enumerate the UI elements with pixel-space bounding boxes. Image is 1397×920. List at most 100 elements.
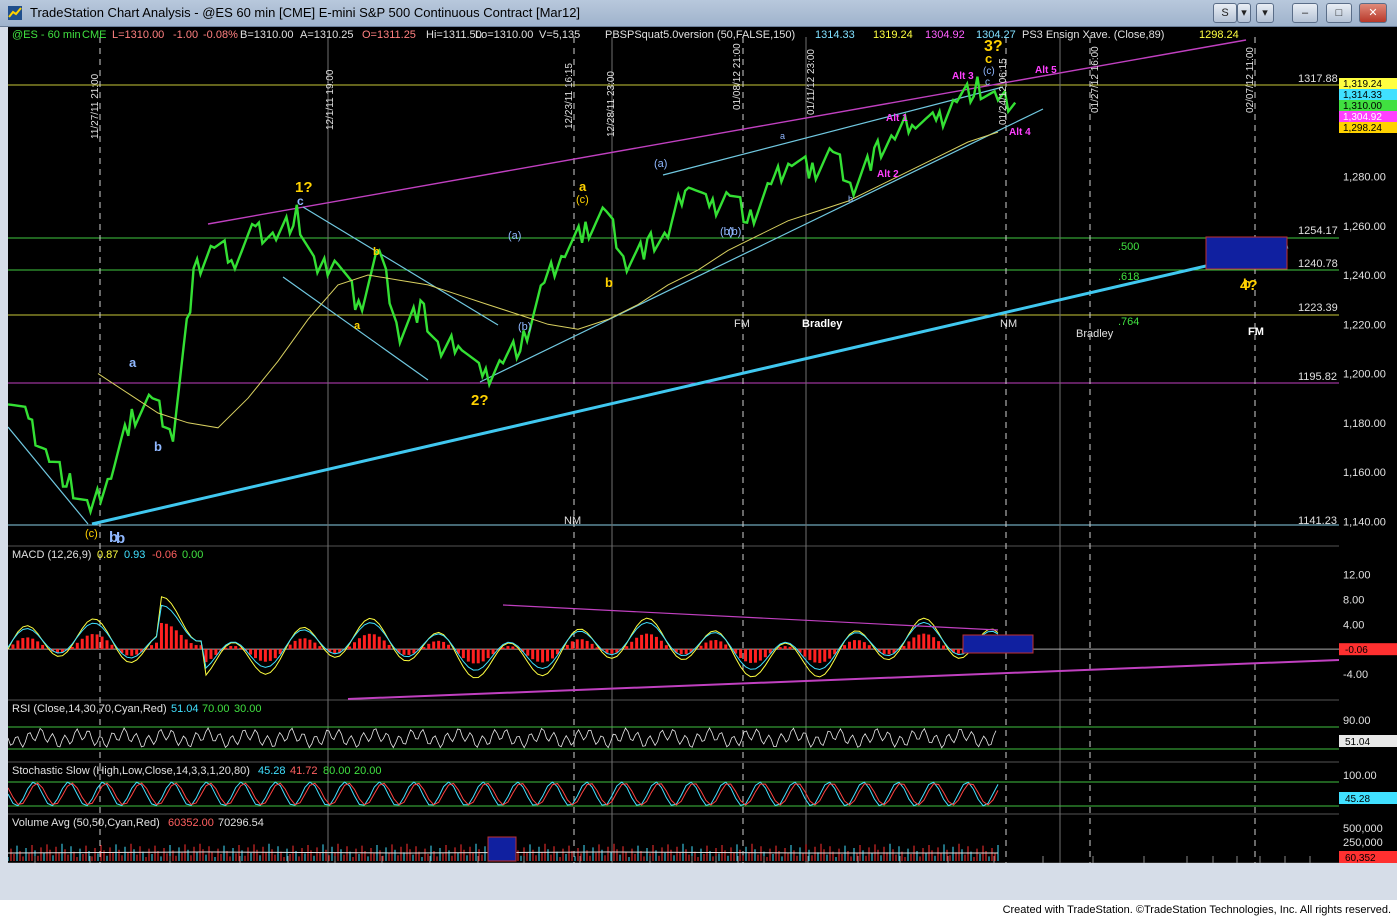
price-tick-label: 1,180.00 [1343, 418, 1386, 430]
open-label: O=1311.25 [362, 29, 416, 41]
fib-label-500: .500 [1118, 241, 1139, 253]
fib-label-618: .618 [1118, 271, 1139, 283]
application-window: TradeStation Chart Analysis - @ES 60 min… [0, 0, 1397, 920]
date-marker-labels: 11/27/11 21:00 12/1/11 19:00 12/23/11 16… [90, 43, 1256, 139]
stoch-legend-2: 41.72 [290, 765, 318, 777]
wave-label: b [116, 530, 125, 547]
alt-wave-label: Alt 5 [1035, 65, 1057, 76]
wave-label: a [780, 131, 785, 141]
volume-legend-2: 70296.54 [218, 817, 264, 829]
wave-label: c [297, 194, 304, 208]
stoch-legend-4: 20.00 [354, 765, 382, 777]
rsi-legend-3: 30.00 [234, 703, 262, 715]
macd-signal-line [7, 604, 999, 671]
price-tick-label: 1,280.00 [1343, 171, 1386, 183]
macd-legend-1: 0.87 [97, 549, 118, 561]
close-button[interactable]: ✕ [1359, 3, 1387, 23]
stoch-legend-3: 80.00 [323, 765, 351, 777]
stoch-title: Stochastic Slow (High,Low,Close,14,3,3,1… [12, 765, 250, 777]
wave-label: b [848, 194, 853, 204]
rsi-tick-label: 90.00 [1343, 715, 1371, 727]
study1-value-2: 1319.24 [873, 29, 913, 41]
stoch-legend-1: 45.28 [258, 765, 286, 777]
alt-wave-label: Alt 4 [1009, 127, 1031, 138]
price-tick-label: 1,140.00 [1343, 516, 1386, 528]
wave-label: b [373, 246, 380, 258]
symbol-link-dropdown-icon[interactable]: ▾ [1237, 3, 1251, 23]
wave-label: (b) [728, 226, 741, 238]
minimize-button[interactable]: – [1292, 3, 1318, 23]
price-axis[interactable]: 1,300.001,280.001,260.001,240.001,220.00… [1339, 27, 1397, 864]
volume-tick-label: 250,000 [1343, 837, 1383, 849]
initial-channel-line [7, 426, 89, 525]
chart-plot-area[interactable]: @ES - 60 min CME L=1310.00 -1.00 -0.08% … [7, 27, 1340, 878]
volume-last-tag: 60,352 [1345, 853, 1376, 863]
wave-label: (c) [983, 66, 995, 77]
price-tag: 1,298.24 [1343, 123, 1382, 134]
symbol-link-button[interactable]: S [1213, 3, 1237, 23]
date-marker-label: 12/28/11 23:00 [606, 71, 617, 137]
rsi-legend-2: 70.00 [202, 703, 230, 715]
macd-tick-label: -4.00 [1343, 669, 1368, 681]
title-bar[interactable]: TradeStation Chart Analysis - @ES 60 min… [0, 0, 1397, 27]
level-label-1240: 1240.78 [1298, 258, 1338, 270]
macd-tick-label: 8.00 [1343, 594, 1364, 606]
macd-last-tag: -0.06 [1345, 645, 1368, 656]
low-label: Lo=1310.00 [475, 29, 533, 41]
level-label-1223: 1223.39 [1298, 302, 1338, 314]
date-marker-label: 12/23/11 16:15 [564, 63, 575, 129]
stoch-d-line [7, 782, 999, 806]
wave-label: c [985, 51, 992, 66]
rsi-legend-1: 51.04 [171, 703, 199, 715]
study1-value-3: 1304.92 [925, 29, 965, 41]
macd-trendline [347, 659, 1340, 700]
rsi-pane [7, 726, 1339, 750]
window-title: TradeStation Chart Analysis - @ES 60 min… [30, 5, 581, 20]
volume-title: Volume Avg (50,50,Cyan,Red) [12, 817, 160, 829]
wave-label: c [985, 77, 990, 88]
high-label: Hi=1311.50 [426, 29, 482, 41]
price-chart-svg[interactable]: @ES - 60 min CME L=1310.00 -1.00 -0.08% … [7, 27, 1340, 878]
macd-target-box [962, 634, 1034, 654]
wave-label: a [354, 320, 361, 332]
stochastic-pane [7, 781, 1339, 807]
bradley-mark: Bradley [802, 318, 843, 330]
alt-wave-label: Alt 2 [877, 169, 899, 180]
rsi-last-tag: 51.04 [1345, 737, 1370, 748]
date-marker-label: 01/11/12 23:00 [806, 49, 817, 115]
wave-label: 2? [471, 392, 489, 409]
window-menu-button[interactable]: ▾ [1256, 3, 1274, 23]
date-marker-label: 11/27/11 21:00 [90, 73, 101, 139]
rsi-line [7, 727, 997, 749]
level-label-1317: 1317.88 [1298, 73, 1338, 85]
wave-label: 4? [1240, 277, 1258, 294]
price-tag: 1,310.00 [1343, 101, 1382, 112]
date-marker-label: 01/08/12 21:00 [732, 43, 743, 110]
date-marker-label: 02/07/12 11:00 [1245, 47, 1256, 113]
full-moon-mark: FM [734, 318, 750, 330]
date-marker-label: 01/27/12 16:00 [1090, 46, 1101, 113]
maximize-button[interactable]: □ [1326, 3, 1352, 23]
date-marker-label: 01/24/12 06:15 [998, 58, 1009, 125]
volume-highlight-box [487, 836, 517, 862]
price-axis-svg: 1,300.001,280.001,260.001,240.001,220.00… [1339, 78, 1397, 864]
volume-legend-1: 60352.00 [168, 817, 214, 829]
rsi-title: RSI (Close,14,30,70,Cyan,Red) [12, 703, 167, 715]
wave-label: (a) [508, 230, 521, 242]
level-label-1195: 1195.82 [1298, 371, 1337, 383]
price-tick-label: 1,160.00 [1343, 467, 1386, 479]
stoch-last-tag: 45.28 [1345, 794, 1370, 805]
price-tick-label: 1,260.00 [1343, 221, 1386, 233]
macd-resistance-line [502, 604, 999, 631]
volume-label: V=5,135 [539, 29, 580, 41]
wave-label: a [129, 355, 137, 370]
stoch-tick-label: 100.00 [1343, 770, 1377, 782]
new-moon-mark: NM [564, 515, 581, 527]
elliott-wave-labels: 1? c a b 2? a (c) b (a) (b) (a) (b) b a … [85, 38, 1258, 547]
fib-label-764: .764 [1118, 316, 1139, 328]
symbol-label: @ES - 60 min [12, 29, 81, 41]
alt-wave-label: Alt 1 [886, 113, 908, 124]
study1-value-1: 1314.33 [815, 29, 855, 41]
alt-wave-label: Alt 3 [952, 71, 974, 82]
macd-legend-2: 0.93 [124, 549, 145, 561]
